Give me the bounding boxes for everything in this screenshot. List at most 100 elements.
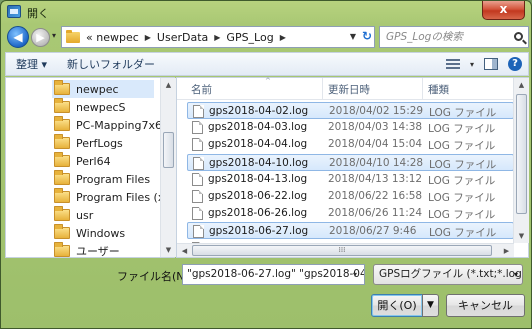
sidebar-item-label: Perl64 [76,154,111,168]
sidebar-item-pc-mapping[interactable]: PC-Mapping7x64 [54,116,169,134]
folder-icon [54,242,70,257]
file-row[interactable]: gps2018-04-04.log 2018/04/04 15:04 LOG ファイ… [187,136,514,153]
column-divider[interactable] [422,78,423,99]
open-button[interactable]: 開く(O) [371,294,423,317]
sidebar-item-windows[interactable]: Windows [54,224,125,242]
folder-icon [54,206,70,221]
folder-icon [54,170,70,185]
breadcrumb-separator-icon[interactable]: ▶ [145,33,151,42]
sidebar-scrollbar[interactable]: ▲ ▼ [160,78,176,257]
organize-menu[interactable]: 整理 ▾ [6,56,57,72]
file-type: LOG ファイル [428,209,496,222]
refresh-icon[interactable]: ↻ [362,29,372,43]
file-row[interactable]: gps2018-04-13.log 2018/04/13 13:12 LOG ファイ… [187,171,514,188]
file-icon [193,105,204,118]
breadcrumb-separator-icon[interactable]: ▶ [280,33,286,42]
sidebar-scroll-thumb[interactable] [163,132,174,168]
file-row[interactable]: gps2018-04-03.log 2018/04/03 14:38 LOG ファイ… [187,119,514,136]
recent-pages-dropdown-icon[interactable]: ▾ [52,31,56,40]
breadcrumb-userdata[interactable]: UserData [157,31,208,44]
change-view-icon[interactable] [445,58,460,70]
filelist-scrollbar[interactable]: ▲ ▼ [513,78,529,243]
file-icon [193,156,204,170]
file-name: gps2018-06-22.log [208,190,308,202]
sidebar-item-perflogs[interactable]: PerfLogs [54,134,123,152]
scroll-up-icon[interactable]: ▲ [514,78,529,92]
sidebar-item-newpec[interactable]: newpec [52,80,154,98]
file-list[interactable]: ^ 名前 更新日時 種類 gps2018-04-02.log 2018/04/02… [176,77,529,258]
back-button[interactable]: ◀ [7,26,29,48]
file-date: 2018/06/27 9:46 [329,225,417,238]
breadcrumb-gps-log[interactable]: GPS_Log [226,31,273,44]
file-name: gps2018-04-13.log [208,172,308,185]
sidebar-item-label: usr [76,208,94,222]
file-icon [192,138,203,152]
close-button[interactable]: x [482,1,525,20]
open-file-dialog: 開く x ◀ ▶ ▾ « newpec ▶ UserData ▶ GPS_Log… [0,0,532,329]
sidebar-item-label: Windows [76,226,126,240]
file-name: gps2018-06-26.log [208,207,308,220]
cancel-button[interactable]: キャンセル [446,294,525,317]
file-date: 2018/06/22 16:58 [328,190,423,202]
file-date: 2018/04/13 13:12 [328,172,423,185]
scroll-left-icon[interactable]: ◀ [177,244,192,258]
file-icon [192,172,203,186]
file-row[interactable]: gps2018-06-22.log 2018/06/22 16:58 LOG ファイ… [187,188,514,205]
folder-icon [54,188,70,203]
preview-pane-icon[interactable] [484,58,498,70]
scroll-down-icon[interactable]: ▼ [514,229,529,243]
column-name[interactable]: 名前 [191,82,212,97]
column-date-modified[interactable]: 更新日時 [328,82,370,97]
view-dropdown-icon[interactable]: ▾ [470,60,474,69]
column-divider[interactable] [322,78,323,99]
horizontal-scroll-thumb[interactable]: ⁞⁞⁞ [192,245,492,256]
filelist-scroll-thumb[interactable] [516,94,527,214]
search-icon[interactable] [514,32,523,41]
open-options-dropdown[interactable]: ▼ [422,294,439,317]
new-folder-button[interactable]: 新しいフォルダー [57,56,165,72]
chevron-down-icon: ▾ [513,270,518,279]
title-bar: 開く x [1,1,531,23]
navigation-bar: ◀ ▶ ▾ « newpec ▶ UserData ▶ GPS_Log ▶ ▼ … [7,25,529,49]
file-row[interactable]: gps2018-04-02.log 2018/04/02 15:29 LOG ファイ… [187,102,514,119]
breadcrumb-newpec[interactable]: « newpec [86,31,139,44]
file-name: gps2018-06-27.log [209,225,309,238]
file-date: 2018/06/26 11:24 [328,207,423,220]
sidebar-item-perl64[interactable]: Perl64 [54,152,111,170]
address-bar[interactable]: « newpec ▶ UserData ▶ GPS_Log ▶ ▼ ↻ [61,26,375,48]
sidebar-item-label: ユーザー [76,245,120,258]
sidebar-item-newpecs[interactable]: newpecS [54,98,126,116]
folder-icon [54,116,70,131]
file-row[interactable]: gps2018-06-26.log 2018/06/26 11:24 LOG ファイ… [187,205,514,222]
sidebar-item-program-files[interactable]: Program Files [54,170,150,188]
search-input[interactable]: GPS_Logの検索 [379,26,529,48]
file-type: LOG ファイル [428,140,496,153]
help-icon[interactable]: ? [508,57,522,71]
sidebar-item-label: PC-Mapping7x64 [76,118,169,132]
scroll-down-icon[interactable]: ▼ [161,243,176,257]
file-name: gps2018-04-04.log [208,138,308,151]
navigation-pane[interactable]: newpec newpecS PC-Mapping7x64 PerfLogs P… [5,77,183,260]
folder-icon [54,134,70,149]
breadcrumb-separator-icon[interactable]: ▶ [214,33,220,42]
file-row[interactable]: gps2018-04-10.log 2018/04/10 14:28 LOG ファイ… [187,153,514,171]
filetype-select[interactable]: GPSログファイル (*.txt;*.log ▾ [373,264,523,285]
file-icon [192,121,203,135]
sidebar-item-users[interactable]: ユーザー [54,242,120,260]
scroll-up-icon[interactable]: ▲ [161,78,176,92]
scroll-right-icon[interactable]: ▶ [499,244,514,258]
address-dropdown-icon[interactable]: ▼ [350,32,356,41]
horizontal-scrollbar[interactable]: ◀ ⁞⁞⁞ ▶ [177,243,514,257]
filename-input[interactable]: "gps2018-06-27.log" "gps2018-04-02. [182,264,365,285]
filename-dropdown-icon[interactable]: ▾ [353,270,357,279]
file-row[interactable]: gps2018-06-27.log 2018/06/27 9:46 LOG ファイル [187,222,514,240]
forward-button[interactable]: ▶ [31,28,50,47]
file-type: LOG ファイル [428,192,496,204]
sort-ascending-icon: ^ [265,77,271,85]
sidebar-item-usr[interactable]: usr [54,206,93,224]
file-name: gps2018-04-10.log [209,156,309,169]
file-type: LOG ファイル [429,158,497,171]
folder-icon [54,152,70,167]
file-type: LOG ファイル [429,107,497,119]
column-type[interactable]: 種類 [428,82,449,97]
